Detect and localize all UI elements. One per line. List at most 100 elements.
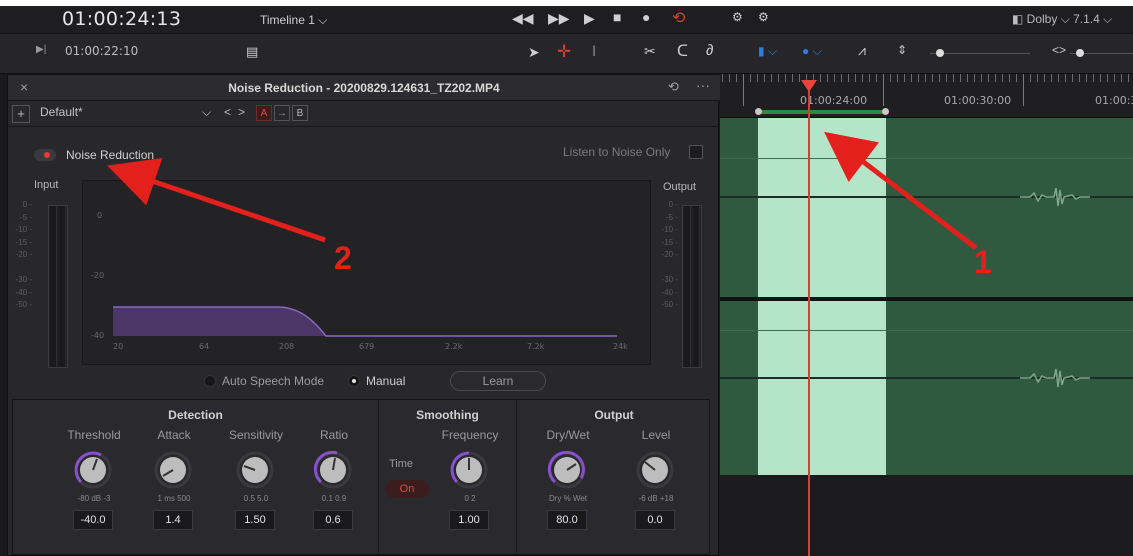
transport-toolbar: 01:00:24:13 Timeline 1 ⌵ ◀◀ ▶▶ ▶ ■ ● ⟲ ⚙… [0, 6, 1133, 34]
drywet-value[interactable]: 80.0 [547, 510, 587, 530]
record-icon[interactable]: ● [642, 9, 650, 25]
edit-toolbar: ▶| 01:00:22:10 ▤ ➤ ✛ Ⅰ ✂ ᑕ ∂ ▮ ⌵ ● ⌵ ⩘ ⇕… [0, 34, 1133, 74]
graph-y-label: 0 [97, 211, 102, 220]
compare-b-button[interactable]: B [292, 105, 308, 121]
ruler-tick [1023, 74, 1024, 106]
fast-forward-icon[interactable]: ▶▶ [548, 10, 570, 27]
frequency-knob[interactable] [449, 450, 489, 490]
play-icon[interactable]: ▶ [584, 10, 595, 27]
ruler-tick [988, 74, 989, 82]
manual-mode-radio[interactable] [348, 375, 360, 387]
razor-icon[interactable]: ✂ [644, 43, 656, 60]
threshold-knob[interactable] [73, 450, 113, 490]
sensitivity-value[interactable]: 1.50 [235, 510, 275, 530]
ruler-tick [827, 74, 828, 82]
preset-dropdown[interactable]: Default* ⌵ [36, 105, 236, 123]
stop-icon[interactable]: ■ [613, 9, 621, 25]
time-on-button[interactable]: On [385, 480, 429, 498]
noise-reduction-panel: × Noise Reduction - 20200829.124631_TZ20… [7, 74, 720, 556]
ruler-tick [869, 74, 870, 82]
graph-x-label: 20 [113, 342, 123, 351]
preset-row: + Default* ⌵ < > A → B [8, 101, 720, 127]
attack-value[interactable]: 1.4 [153, 510, 193, 530]
attack-knob[interactable] [153, 450, 193, 490]
frequency-value[interactable]: 1.00 [449, 510, 489, 530]
graph-x-label: 7.2k [527, 342, 545, 351]
sensitivity-knob[interactable] [235, 450, 275, 490]
rewind-icon[interactable]: ◀◀ [512, 10, 534, 27]
playhead-handle[interactable] [801, 80, 817, 92]
ratio-value[interactable]: 0.6 [313, 510, 353, 530]
controls-section: Detection Threshold -80 dB -3 -40.0 Atta… [12, 399, 710, 556]
meter-scale-tick: -5 - [666, 212, 678, 222]
dolby-format-selector[interactable]: ◧ Dolby ⌵ 7.1.4 ⌵ [1012, 12, 1112, 27]
detection-group: Detection Threshold -80 dB -3 -40.0 Atta… [13, 400, 379, 556]
listen-noise-label: Listen to Noise Only [563, 145, 671, 159]
clip-view-icon[interactable]: ▤ [246, 44, 258, 60]
zoom-slider-track[interactable] [930, 53, 1030, 54]
out-point-handle[interactable] [882, 108, 889, 115]
bypass-icon[interactable]: ⚙ [732, 10, 743, 24]
horizontal-zoom-icon[interactable]: <> [1052, 43, 1066, 57]
noise-profile-graph[interactable]: 0 -20 -40 20 64 208 679 2.2k 7.2k 24k [82, 180, 651, 365]
playhead-line[interactable] [808, 84, 810, 556]
selected-range-track-1 [758, 118, 886, 297]
add-preset-button[interactable]: + [12, 105, 30, 123]
marker-icon[interactable]: ● ⌵ [802, 44, 822, 59]
panel-title: Noise Reduction - 20200829.124631_TZ202.… [228, 81, 500, 95]
snap-icon[interactable]: ᑕ [677, 42, 688, 60]
level-knob[interactable] [635, 450, 675, 490]
master-timecode: 01:00:24:13 [62, 8, 182, 30]
drywet-range: Dry % Wet [548, 494, 588, 503]
timeline-selector[interactable]: Timeline 1 ⌵ [260, 13, 327, 28]
panel-titlebar[interactable]: × Noise Reduction - 20200829.124631_TZ20… [8, 75, 720, 101]
annotation-label-1: 1 [974, 244, 992, 280]
ruler-tick [820, 74, 821, 82]
track-expand-icon[interactable]: ▶| [36, 44, 46, 55]
time-label: Time [389, 458, 414, 470]
in-point-handle[interactable] [755, 108, 762, 115]
output-title: Output [594, 408, 634, 422]
meter-scale-tick: -30 - [15, 275, 32, 284]
h-zoom-slider-handle[interactable] [1076, 49, 1084, 57]
copy-a-to-b-icon[interactable]: → [274, 105, 290, 121]
next-preset-icon[interactable]: > [238, 105, 245, 119]
level-value[interactable]: 0.0 [635, 510, 675, 530]
noise-reduction-label: Noise Reduction [66, 148, 155, 162]
drywet-label: Dry/Wet [546, 428, 590, 442]
pointer-tool-icon[interactable]: ➤ [528, 44, 540, 61]
ruler-tick [1051, 74, 1052, 82]
threshold-value[interactable]: -40.0 [73, 510, 113, 530]
more-options-icon[interactable]: ··· [696, 77, 710, 93]
learn-button[interactable]: Learn [450, 371, 546, 391]
ruler-tick [1079, 74, 1080, 82]
range-tool-icon[interactable]: ✛ [557, 42, 571, 62]
ruler-tick [1058, 74, 1059, 82]
loop-icon[interactable]: ⟲ [672, 8, 685, 28]
noise-reduction-toggle[interactable] [34, 149, 56, 161]
ruler-tick [1030, 74, 1031, 82]
graph-y-label: -40 [91, 331, 104, 340]
drywet-knob[interactable] [547, 450, 587, 490]
waveform-zoom-icon[interactable]: ⩘ [858, 42, 866, 59]
trim-tool-icon[interactable]: Ⅰ [592, 43, 596, 60]
listen-noise-checkbox[interactable] [689, 145, 703, 159]
in-out-range-bar[interactable] [758, 110, 886, 114]
graph-x-label: 64 [199, 342, 209, 351]
track-height-icon[interactable]: ⇕ [897, 43, 907, 57]
ruler-tick [1065, 74, 1066, 82]
link-icon[interactable]: ∂ [706, 42, 713, 59]
zoom-slider-handle[interactable] [936, 49, 944, 57]
automation-icon[interactable]: ⚙ [758, 10, 769, 24]
ruler-tick [757, 74, 758, 82]
flag-icon[interactable]: ▮ ⌵ [758, 44, 777, 59]
ratio-knob[interactable] [313, 450, 353, 490]
previous-preset-icon[interactable]: < [224, 105, 231, 119]
waveform-peak [1020, 187, 1090, 207]
auto-speech-mode-radio[interactable] [204, 375, 216, 387]
reset-icon[interactable]: ⟲ [668, 79, 679, 95]
meter-scale-tick: -30 - [661, 275, 678, 284]
meter-scale-tick: -20 - [661, 250, 678, 259]
output-meter [682, 205, 702, 368]
compare-a-button[interactable]: A [256, 105, 272, 121]
